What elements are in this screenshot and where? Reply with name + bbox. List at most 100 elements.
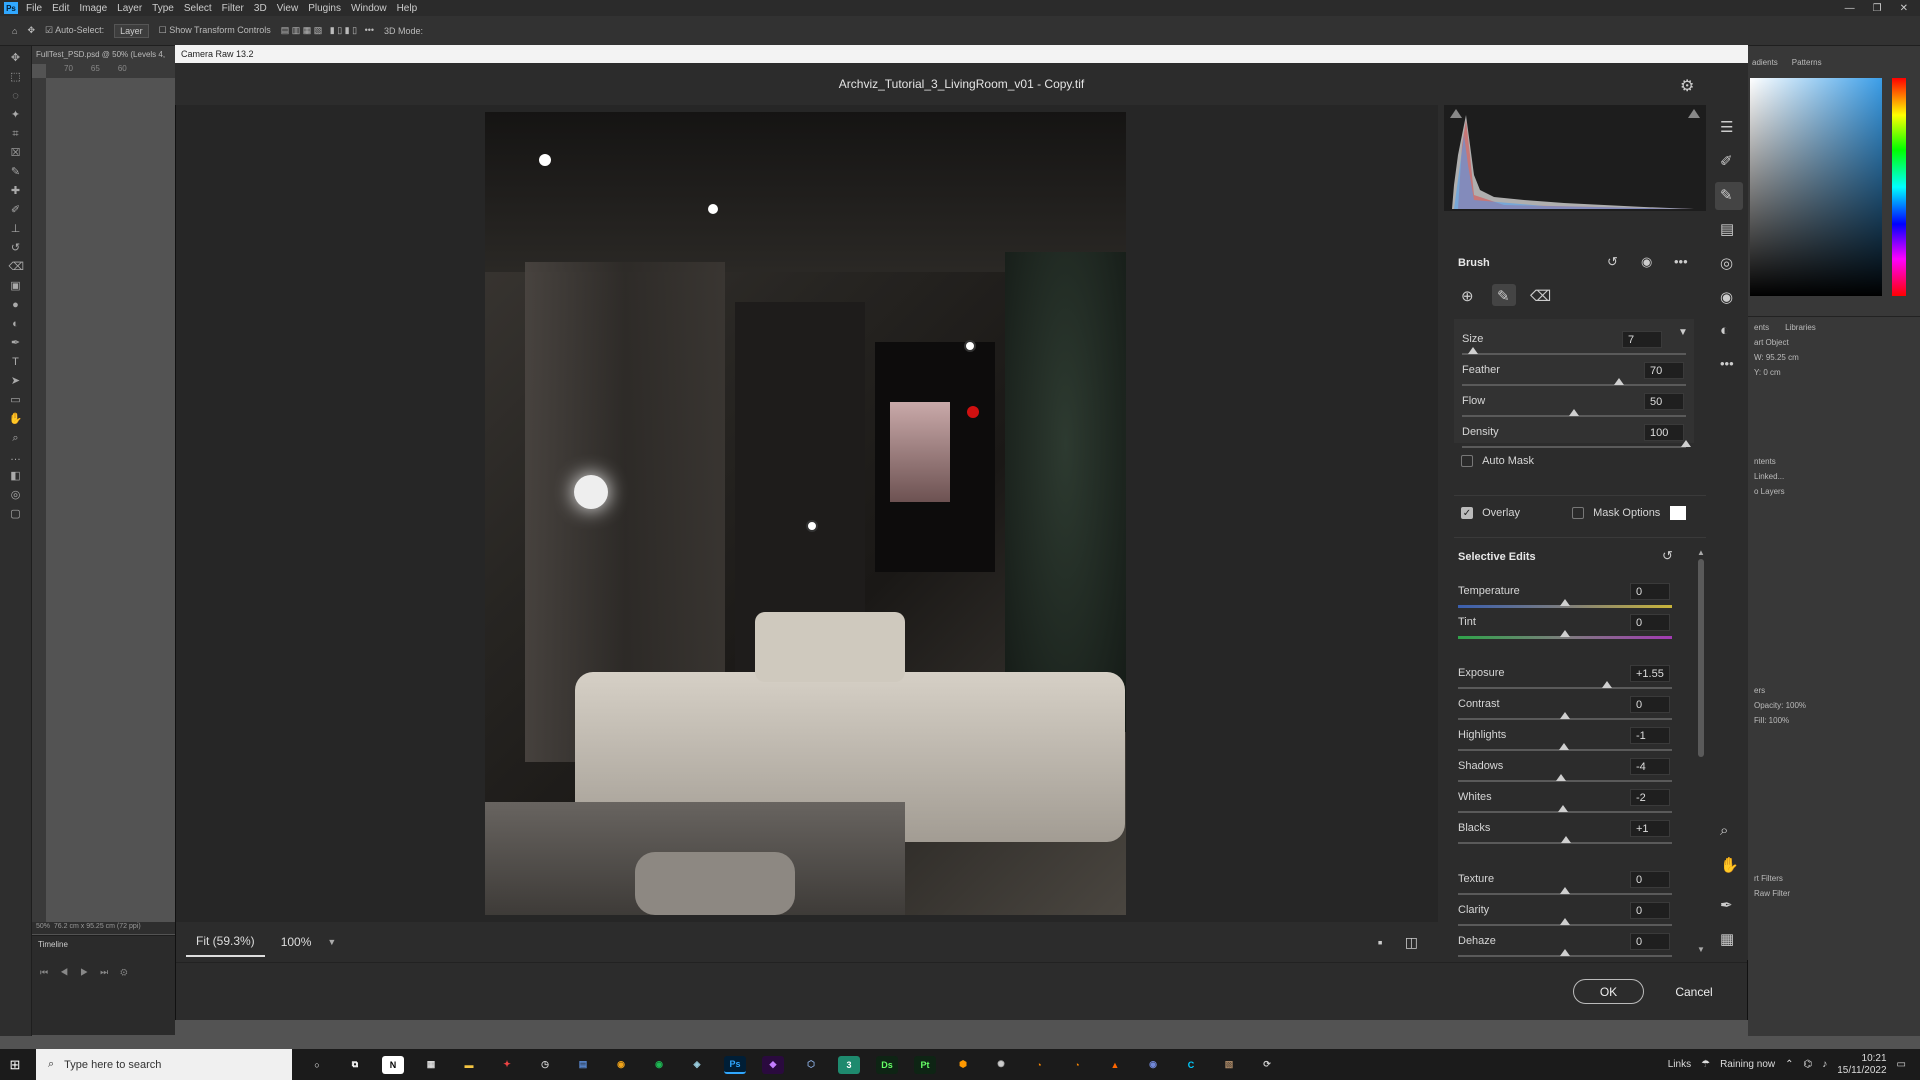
taskbar-search[interactable]: ⌕ Type here to search xyxy=(36,1049,292,1080)
designer-icon[interactable]: Ds xyxy=(876,1055,898,1074)
dehaze-slider-thumb[interactable] xyxy=(1560,949,1570,956)
ok-button[interactable]: OK xyxy=(1573,979,1644,1004)
weather-text[interactable]: Raining now xyxy=(1720,1059,1775,1070)
mask-options-row[interactable]: Mask Options xyxy=(1572,507,1660,520)
screen-mode-icon[interactable]: ▢ xyxy=(9,507,23,521)
edit-contents-button[interactable]: ntents xyxy=(1754,457,1914,466)
tint-slider-value[interactable]: 0 xyxy=(1630,614,1670,631)
texture-slider-value[interactable]: 0 xyxy=(1630,871,1670,888)
brush-pin[interactable] xyxy=(964,340,976,352)
menu-3d[interactable]: 3D xyxy=(254,3,267,14)
red-eye-icon[interactable]: ◉ xyxy=(1720,288,1733,306)
sampler-icon[interactable]: ✒ xyxy=(1720,896,1733,914)
app-icon[interactable]: ✺ xyxy=(990,1056,1012,1074)
healing-icon[interactable]: ✚ xyxy=(9,184,23,198)
links-toolbar[interactable]: Links xyxy=(1668,1059,1691,1070)
cancel-button[interactable]: Cancel xyxy=(1664,979,1724,1004)
pen-tool-icon[interactable]: ✒ xyxy=(9,336,23,350)
y-field[interactable]: Y: 0 cm xyxy=(1754,368,1914,377)
marquee-tool-icon[interactable]: ⬚ xyxy=(9,70,23,84)
dodge-icon[interactable]: ◐ xyxy=(9,317,23,331)
contrast-slider-thumb[interactable] xyxy=(1560,712,1570,719)
tint-slider-thumb[interactable] xyxy=(1560,630,1570,637)
convert-layers-button[interactable]: o Layers xyxy=(1754,487,1914,496)
timeline-tab[interactable]: Timeline xyxy=(32,936,175,953)
scroll-thumb[interactable] xyxy=(1698,559,1704,757)
whites-slider-thumb[interactable] xyxy=(1557,805,1568,812)
align-icons[interactable]: ▤ ▥ ▦ ▧ ▮ ▯ ▮ ▯ ••• xyxy=(281,25,374,36)
restore-icon[interactable]: ❐ xyxy=(1873,3,1882,14)
menu-help[interactable]: Help xyxy=(397,3,418,14)
active-brush-pin[interactable] xyxy=(967,406,979,418)
reset-selective-icon[interactable]: ↺ xyxy=(1662,548,1673,564)
more-icon[interactable]: ••• xyxy=(1720,356,1734,371)
vlc-icon[interactable]: ▲ xyxy=(1104,1056,1126,1074)
mask-options-checkbox[interactable] xyxy=(1572,507,1584,520)
temperature-slider-value[interactable]: 0 xyxy=(1630,583,1670,600)
scroll-up-icon[interactable]: ▲ xyxy=(1696,548,1706,557)
hand-icon[interactable]: ✋ xyxy=(1720,856,1739,874)
menu-view[interactable]: View xyxy=(277,3,299,14)
panel-scrollbar[interactable]: ▲ ▼ xyxy=(1696,548,1706,958)
settings-gear-icon[interactable]: ⚙ xyxy=(1680,76,1694,96)
3dsmax-icon[interactable]: 3 xyxy=(838,1055,860,1074)
paint-brush-icon[interactable]: ✎ xyxy=(1497,287,1510,305)
blender-icon[interactable]: ◔ xyxy=(1028,1056,1050,1074)
highlights-slider-value[interactable]: -1 xyxy=(1630,727,1670,744)
before-after-icon[interactable]: ◫ xyxy=(1405,934,1418,951)
menu-image[interactable]: Image xyxy=(79,3,107,14)
transform-controls-checkbox[interactable]: ☐ Show Transform Controls xyxy=(159,25,271,36)
menu-filter[interactable]: Filter xyxy=(222,3,244,14)
eyedropper-icon[interactable]: ✎ xyxy=(9,165,23,179)
smart-filters-row[interactable]: rt Filters xyxy=(1754,874,1914,883)
tab-patterns[interactable]: Patterns xyxy=(1792,58,1822,70)
blacks-slider-value[interactable]: +1 xyxy=(1630,820,1670,837)
eraser-icon[interactable]: ⌫ xyxy=(9,260,25,274)
grid-icon[interactable]: ▦ xyxy=(1720,930,1734,948)
crop-tool-icon[interactable]: ⌗ xyxy=(9,127,23,141)
mask-color-swatch[interactable] xyxy=(1670,506,1686,520)
clarity-slider-value[interactable]: 0 xyxy=(1630,902,1670,919)
camera-raw-filter-row[interactable]: Raw Filter xyxy=(1754,889,1914,898)
eraser-icon[interactable]: ⌫ xyxy=(1530,287,1551,305)
zoom-icon[interactable]: ⌕ xyxy=(1720,822,1728,839)
network-icon[interactable]: ⌬ xyxy=(1804,1059,1813,1070)
notification-icon[interactable]: ▭ xyxy=(1897,1059,1906,1070)
exposure-slider-thumb[interactable] xyxy=(1601,681,1612,688)
calculator-icon[interactable]: ▤ xyxy=(572,1056,594,1074)
zoom-tool-icon[interactable]: ⌕ xyxy=(9,431,23,445)
close-icon[interactable]: ✕ xyxy=(1900,3,1908,14)
app-icon[interactable]: ⬢ xyxy=(952,1056,974,1074)
more-options-icon[interactable]: ••• xyxy=(1674,254,1688,269)
flow-slider-value[interactable]: 50 xyxy=(1644,393,1684,410)
presets-icon[interactable]: ◐ xyxy=(1720,322,1729,339)
width-field[interactable]: W: 95.25 cm xyxy=(1754,353,1914,362)
shadows-slider-thumb[interactable] xyxy=(1555,774,1566,781)
auto-mask-row[interactable]: Auto Mask xyxy=(1461,455,1534,468)
linear-gradient-icon[interactable]: ▤ xyxy=(1720,220,1734,238)
quick-mask-icon[interactable]: ◎ xyxy=(9,488,23,502)
density-slider-track[interactable] xyxy=(1462,446,1686,448)
painter-icon[interactable]: Pt xyxy=(914,1055,936,1074)
history-brush-icon[interactable]: ↺ xyxy=(9,241,23,255)
brush-tool-icon[interactable]: ✎ xyxy=(1720,186,1733,204)
size-slider-value[interactable]: 7 xyxy=(1622,331,1662,348)
size-slider-track[interactable] xyxy=(1462,353,1686,355)
exposure-slider-track[interactable] xyxy=(1458,687,1672,689)
sync-icon[interactable]: ⟳ xyxy=(1256,1056,1278,1074)
volume-icon[interactable]: ♪ xyxy=(1822,1059,1827,1070)
reset-icon[interactable]: ↺ xyxy=(1607,254,1618,270)
visibility-eye-icon[interactable]: ◉ xyxy=(1641,254,1652,270)
tab-adjustments[interactable]: ents xyxy=(1754,323,1769,332)
brush-pin[interactable] xyxy=(806,520,818,532)
menu-edit[interactable]: Edit xyxy=(52,3,69,14)
layer-dropdown[interactable]: Layer xyxy=(114,23,149,38)
zoom-dropdown-icon[interactable]: ▼ xyxy=(327,937,336,947)
menu-layer[interactable]: Layer xyxy=(117,3,142,14)
size-slider-thumb[interactable] xyxy=(1468,347,1479,354)
more-tools-icon[interactable]: … xyxy=(9,450,23,464)
minimize-icon[interactable]: — xyxy=(1845,3,1855,14)
calendar-icon[interactable]: ▦ xyxy=(420,1056,442,1074)
substance-icon[interactable]: ◆ xyxy=(762,1055,784,1074)
app-icon[interactable]: ◈ xyxy=(686,1056,708,1074)
